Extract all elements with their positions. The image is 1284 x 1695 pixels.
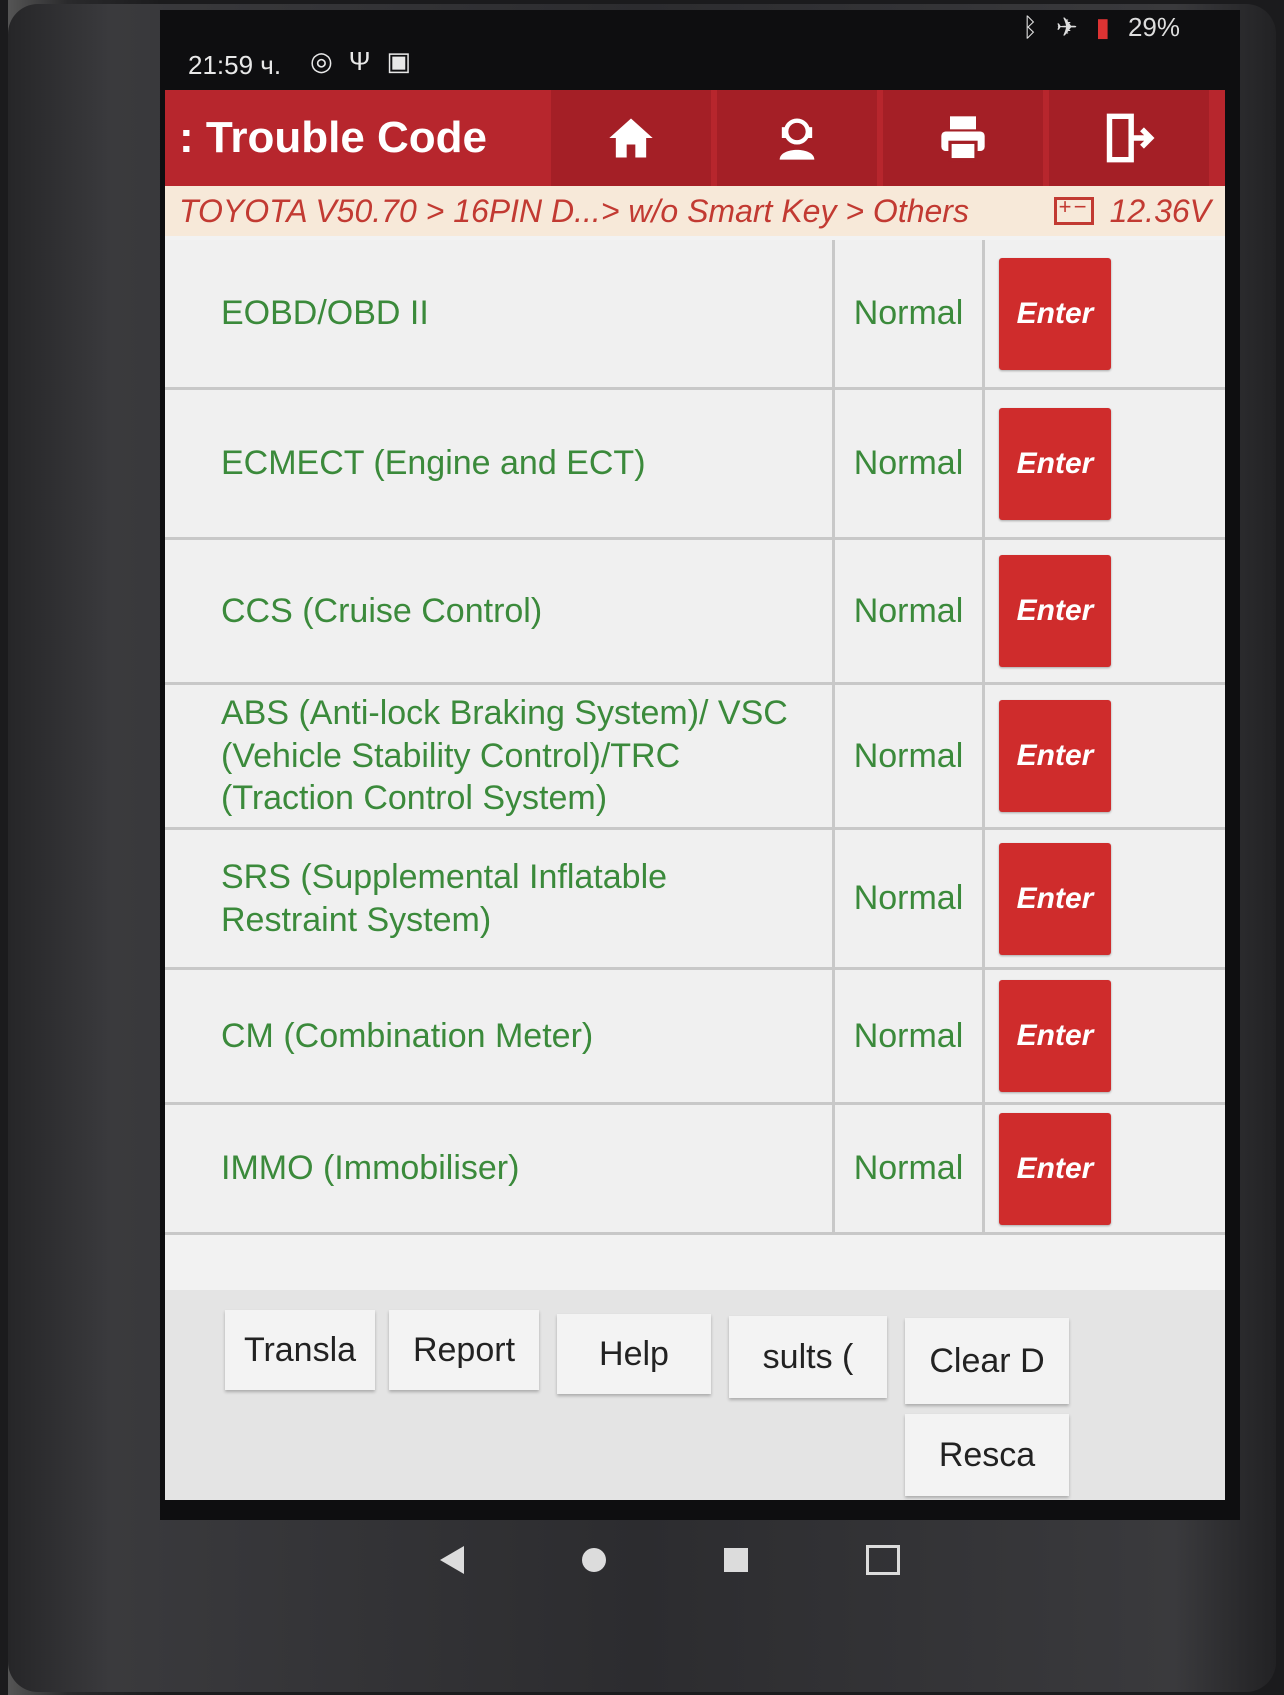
- enter-button[interactable]: Enter: [999, 555, 1111, 667]
- android-nav-bar: [440, 1535, 900, 1585]
- action-cell: Enter: [985, 970, 1125, 1102]
- system-status: Normal: [835, 390, 985, 537]
- screenshot-icon[interactable]: [866, 1545, 900, 1575]
- rescan-button[interactable]: Resca: [905, 1414, 1069, 1496]
- enter-button[interactable]: Enter: [999, 257, 1111, 370]
- list-item: EOBD/OBD II Normal Enter: [165, 240, 1225, 390]
- system-status: Normal: [835, 1105, 985, 1232]
- bluetooth-icon: ᛒ: [1022, 12, 1038, 42]
- action-cell: Enter: [985, 685, 1125, 827]
- list-item: ABS (Anti-lock Braking System)/ VSC (Veh…: [165, 685, 1225, 830]
- enter-button[interactable]: Enter: [999, 842, 1111, 955]
- breadcrumb: TOYOTA V50.70 > 16PIN D...> w/o Smart Ke…: [165, 186, 1225, 236]
- header-toolbar: [551, 90, 1209, 186]
- list-item: CM (Combination Meter) Normal Enter: [165, 970, 1225, 1105]
- system-status: Normal: [835, 970, 985, 1102]
- print-button[interactable]: [883, 90, 1043, 186]
- action-cell: Enter: [985, 240, 1125, 387]
- help-button[interactable]: Help: [557, 1314, 711, 1394]
- car-battery-icon: [1053, 194, 1094, 225]
- nav-back-icon[interactable]: [440, 1546, 464, 1574]
- enter-button[interactable]: Enter: [999, 407, 1111, 520]
- results-button[interactable]: sults (: [729, 1316, 887, 1398]
- enter-button[interactable]: Enter: [999, 700, 1111, 812]
- diagnostic-app: : Trouble Code TOYOTA V50.70 > 16PIN D..…: [165, 90, 1225, 1500]
- status-bar: 21:59 ч. ◎ Ψ ▣ ᛒ ✈ ▮ 29%: [170, 12, 1220, 90]
- notification-icon: ◎: [310, 46, 333, 76]
- nav-recent-icon[interactable]: [724, 1548, 748, 1572]
- system-name: CCS (Cruise Control): [165, 540, 835, 682]
- breadcrumb-path: TOYOTA V50.70 > 16PIN D...> w/o Smart Ke…: [179, 192, 969, 229]
- app-header: : Trouble Code: [165, 90, 1225, 186]
- system-name: IMMO (Immobiliser): [165, 1105, 835, 1232]
- exit-icon: [1106, 113, 1155, 163]
- support-button[interactable]: [717, 90, 877, 186]
- print-icon: [941, 116, 985, 162]
- battery-icon: ▮: [1095, 12, 1110, 42]
- exit-button[interactable]: [1049, 90, 1209, 186]
- nav-home-icon[interactable]: [582, 1548, 606, 1572]
- page-title-text: Trouble Code: [205, 113, 488, 162]
- action-cell: Enter: [985, 540, 1125, 682]
- system-status: Normal: [835, 685, 985, 827]
- usb-icon: Ψ: [348, 46, 371, 76]
- voltage-value: 12.36V: [1109, 192, 1211, 229]
- home-icon: [609, 118, 653, 158]
- system-name: ABS (Anti-lock Braking System)/ VSC (Veh…: [165, 685, 835, 827]
- battery-percent: 29%: [1127, 12, 1180, 42]
- list-item: ECMECT (Engine and ECT) Normal Enter: [165, 390, 1225, 540]
- action-cell: Enter: [985, 830, 1125, 967]
- back-icon[interactable]: :: [179, 113, 194, 162]
- system-list: EOBD/OBD II Normal Enter ECMECT (Engine …: [165, 240, 1225, 1235]
- clear-dtc-button[interactable]: Clear D: [905, 1318, 1069, 1404]
- status-icons: ◎ Ψ ▣: [310, 46, 411, 77]
- airplane-icon: ✈: [1055, 12, 1078, 42]
- support-icon: [779, 118, 815, 160]
- report-button[interactable]: Report: [389, 1310, 539, 1390]
- home-button[interactable]: [551, 90, 711, 186]
- system-status: Normal: [835, 830, 985, 967]
- enter-button[interactable]: Enter: [999, 980, 1111, 1092]
- status-right: ᛒ ✈ ▮ 29%: [1022, 12, 1180, 43]
- system-name: ECMECT (Engine and ECT): [165, 390, 835, 537]
- bottom-button-bar: Transla Report Help sults ( Clear D Resc…: [165, 1290, 1225, 1500]
- list-item: IMMO (Immobiliser) Normal Enter: [165, 1105, 1225, 1235]
- translate-button[interactable]: Transla: [225, 1310, 375, 1390]
- action-cell: Enter: [985, 390, 1125, 537]
- list-item: SRS (Supplemental Inflatable Restraint S…: [165, 830, 1225, 970]
- system-status: Normal: [835, 540, 985, 682]
- action-cell: Enter: [985, 1105, 1125, 1232]
- list-item: CCS (Cruise Control) Normal Enter: [165, 540, 1225, 685]
- system-name: SRS (Supplemental Inflatable Restraint S…: [165, 830, 835, 967]
- system-status: Normal: [835, 240, 985, 387]
- voltage-indicator: 12.36V: [1053, 192, 1211, 230]
- system-name: CM (Combination Meter): [165, 970, 835, 1102]
- enter-button[interactable]: Enter: [999, 1112, 1111, 1225]
- image-icon: ▣: [386, 46, 411, 76]
- system-name: EOBD/OBD II: [165, 240, 835, 387]
- status-time: 21:59 ч.: [188, 50, 282, 80]
